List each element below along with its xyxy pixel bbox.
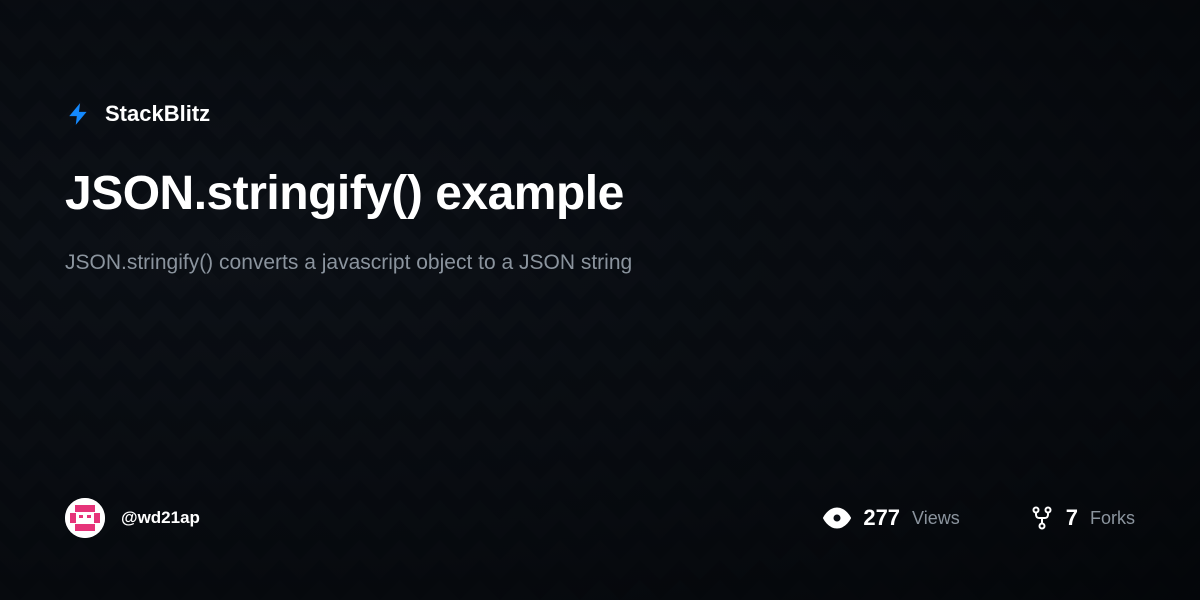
views-stat: 277 Views bbox=[823, 504, 959, 532]
views-label: Views bbox=[912, 508, 960, 529]
project-title: JSON.stringify() example bbox=[65, 166, 1135, 221]
avatar bbox=[65, 498, 105, 538]
brand-row: StackBlitz bbox=[65, 100, 1135, 128]
bolt-icon bbox=[65, 100, 93, 128]
forks-value: 7 bbox=[1066, 505, 1078, 531]
forks-label: Forks bbox=[1090, 508, 1135, 529]
views-value: 277 bbox=[863, 505, 900, 531]
footer-row: @wd21ap 277 Views bbox=[65, 498, 1135, 538]
forks-stat: 7 Forks bbox=[1030, 505, 1135, 531]
author-block[interactable]: @wd21ap bbox=[65, 498, 200, 538]
card-content: StackBlitz JSON.stringify() example JSON… bbox=[0, 0, 1200, 600]
stats-block: 277 Views 7 Forks bbox=[823, 504, 1135, 532]
project-description: JSON.stringify() converts a javascript o… bbox=[65, 247, 685, 280]
eye-icon bbox=[823, 504, 851, 532]
fork-icon bbox=[1030, 505, 1054, 531]
brand-name: StackBlitz bbox=[105, 101, 210, 127]
author-username: @wd21ap bbox=[121, 508, 200, 528]
